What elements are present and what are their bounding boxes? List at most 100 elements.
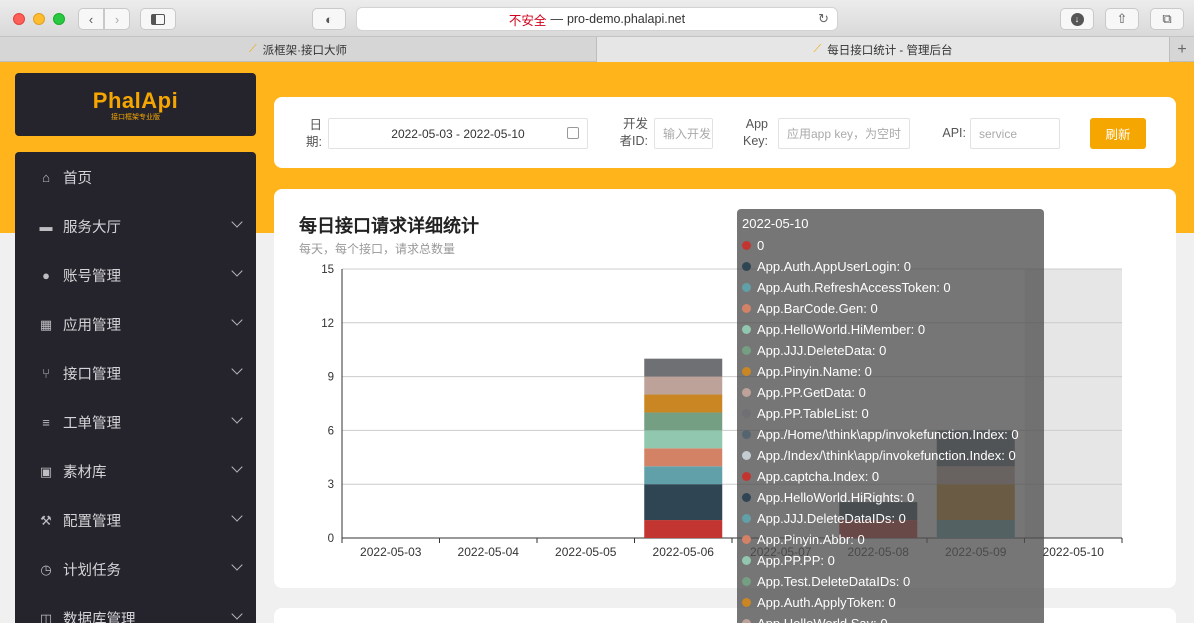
appkey-input[interactable]: 应用app key，为空时 xyxy=(778,118,910,149)
image-icon: ▣ xyxy=(39,463,53,479)
tooltip-row-text: App.PP.TableList: 0 xyxy=(757,405,869,421)
tooltip-row: App.HelloWorld.Say: 0 xyxy=(742,613,888,623)
series-dot-icon xyxy=(742,492,751,502)
address-bar[interactable]: 不安全 — pro-demo.phalapi.net ↻ xyxy=(356,7,838,31)
tooltip-row: App.HelloWorld.HiMember: 0 xyxy=(742,319,925,339)
sidebar-item-5[interactable]: ≡ 工单管理 xyxy=(15,398,256,447)
refresh-button[interactable]: 刷新 xyxy=(1090,118,1146,149)
bar-segment xyxy=(644,412,723,431)
tooltip-row: App.BarCode.Gen: 0 xyxy=(742,298,878,318)
sidebar-item-label: 计划任务 xyxy=(63,563,121,579)
share-button[interactable]: ⇧ xyxy=(1105,8,1139,30)
x-tick-label: 2022-05-06 xyxy=(653,545,715,559)
tab-label: 派框架·接口大师 xyxy=(262,44,348,57)
tooltip-row: App.Pinyin.Abbr: 0 xyxy=(742,529,865,549)
series-dot-icon xyxy=(742,513,751,523)
sidebar-item-0[interactable]: ⌂ 首页 xyxy=(15,153,256,202)
chevron-down-icon xyxy=(231,608,243,620)
tab-label: 每日接口统计 - 管理后台 xyxy=(827,44,953,57)
tooltip-row-text: App.Pinyin.Abbr: 0 xyxy=(757,531,865,547)
zoom-window-button[interactable] xyxy=(53,13,65,25)
sidebar-item-6[interactable]: ▣ 素材库 xyxy=(15,447,256,496)
share-icon: ⇧ xyxy=(1116,11,1128,26)
back-button[interactable]: ‹ xyxy=(78,8,104,30)
logo-text: PhalApi xyxy=(92,87,179,113)
tooltip-row-text: App./Index/\think\app/invokefunction.Ind… xyxy=(757,447,1016,463)
tab-overview-button[interactable]: ⧉ xyxy=(1150,8,1184,30)
tooltip-row-text: App.JJJ.DeleteDataIDs: 0 xyxy=(757,510,906,526)
sidebar-item-7[interactable]: ⚒ 配置管理 xyxy=(15,496,256,545)
tooltip-row: App.PP.PP: 0 xyxy=(742,550,835,570)
tooltip-row-text: App.Auth.ApplyToken: 0 xyxy=(757,594,896,610)
tooltip-row-text: App.JJJ.DeleteData: 0 xyxy=(757,342,887,358)
bar-segment xyxy=(644,430,723,449)
tab-phalapi[interactable]: ⟋ 派框架·接口大师 xyxy=(0,37,597,62)
new-tab-button[interactable]: + xyxy=(1170,37,1194,62)
series-dot-icon xyxy=(742,303,751,313)
tooltip-row: App.Pinyin.Name: 0 xyxy=(742,361,872,381)
tooltip-row-text: App.HelloWorld.Say: 0 xyxy=(757,615,888,623)
tooltip-row: App.PP.TableList: 0 xyxy=(742,403,869,423)
sidebar-item-label: 应用管理 xyxy=(63,318,121,334)
series-dot-icon xyxy=(742,555,751,565)
logo-subtitle: 接口框架专业版 xyxy=(111,113,160,121)
chevron-down-icon xyxy=(231,216,243,228)
branch-icon: ⑂ xyxy=(42,366,50,381)
tooltip-row: App.HelloWorld.HiRights: 0 xyxy=(742,487,914,507)
series-dot-icon xyxy=(742,534,751,544)
sidebar-item-label: 工单管理 xyxy=(63,416,121,432)
tooltip-row-text: App.HelloWorld.HiRights: 0 xyxy=(757,489,915,505)
logo[interactable]: PhalApi 接口框架专业版 xyxy=(15,73,256,136)
tooltip-row-text: App.Pinyin.Name: 0 xyxy=(757,363,872,379)
sidebar: ⌂ 首页 ▬ 服务大厅 ● 账号管理 ▦ 应用管理 ⑂ 接口管理 ≡ 工单管理 ▣ 素材库 ⚒ 配置管理 ◷ 计划… xyxy=(15,152,256,623)
page: PhalApi 接口框架专业版 ⌂ 首页 ▬ 服务大厅 ● 账号管理 ▦ 应用管理 ⑂ 接口管理 ≡… xyxy=(0,62,1194,623)
sidebar-toggle-button[interactable] xyxy=(140,8,176,30)
series-dot-icon xyxy=(742,366,751,376)
bar-segment xyxy=(644,376,723,395)
tabs-icon: ⧉ xyxy=(1162,11,1172,26)
date-label: 日 期: xyxy=(306,118,322,149)
sidebar-item-1[interactable]: ▬ 服务大厅 xyxy=(15,202,256,251)
favicon-icon: ⟋ xyxy=(813,43,822,55)
chevron-down-icon xyxy=(231,412,243,424)
close-window-button[interactable] xyxy=(13,13,25,25)
api-input[interactable]: service xyxy=(970,118,1060,149)
y-tick-label: 15 xyxy=(321,264,334,276)
sidebar-item-4[interactable]: ⑂ 接口管理 xyxy=(15,349,256,398)
sidebar-item-label: 接口管理 xyxy=(63,367,121,383)
series-dot-icon xyxy=(742,387,751,397)
calendar-icon xyxy=(567,127,579,139)
privacy-report-button[interactable]: ◐ xyxy=(312,8,346,30)
sidebar-item-8[interactable]: ◷ 计划任务 xyxy=(15,545,256,594)
sidebar-item-3[interactable]: ▦ 应用管理 xyxy=(15,300,256,349)
downloads-button[interactable]: ↓ xyxy=(1060,8,1094,30)
series-dot-icon xyxy=(742,429,751,439)
date-range-input[interactable]: 2022-05-03 - 2022-05-10 xyxy=(328,118,588,149)
sidebar-item-label: 首页 xyxy=(63,171,92,187)
tooltip-row-text: App./Home/\think\app/invokefunction.Inde… xyxy=(757,426,1019,442)
home-icon: ⌂ xyxy=(42,170,50,185)
forward-button[interactable]: › xyxy=(104,8,130,30)
tooltip-row-text: 0 xyxy=(757,237,765,253)
minimize-window-button[interactable] xyxy=(33,13,45,25)
tab-daily-stats[interactable]: ⟋ 每日接口统计 - 管理后台 xyxy=(597,37,1170,62)
chevron-down-icon xyxy=(231,363,243,375)
database-icon: ◫ xyxy=(39,610,53,623)
date-range-value: 2022-05-03 - 2022-05-10 xyxy=(391,126,525,141)
tooltip-row: App./Home/\think\app/invokefunction.Inde… xyxy=(742,424,1019,444)
reload-icon[interactable]: ↻ xyxy=(818,11,829,27)
tooltip-row-text: App.Auth.AppUserLogin: 0 xyxy=(757,258,911,274)
tooltip-row-text: App.PP.PP: 0 xyxy=(757,552,835,568)
url-separator: — xyxy=(550,12,563,26)
list-icon: ≡ xyxy=(42,415,50,430)
appkey-placeholder: 应用app key，为空时 xyxy=(787,127,902,141)
sidebar-item-2[interactable]: ● 账号管理 xyxy=(15,251,256,300)
appkey-label: App Key: xyxy=(742,117,768,148)
bar-segment xyxy=(644,466,723,485)
chevron-down-icon xyxy=(231,559,243,571)
series-dot-icon xyxy=(742,240,751,250)
developer-id-input[interactable]: 输入开发 xyxy=(654,118,713,149)
cart-icon: ▬ xyxy=(39,219,53,234)
y-tick-label: 0 xyxy=(328,533,334,545)
sidebar-item-9[interactable]: ◫ 数据库管理 xyxy=(15,594,256,623)
